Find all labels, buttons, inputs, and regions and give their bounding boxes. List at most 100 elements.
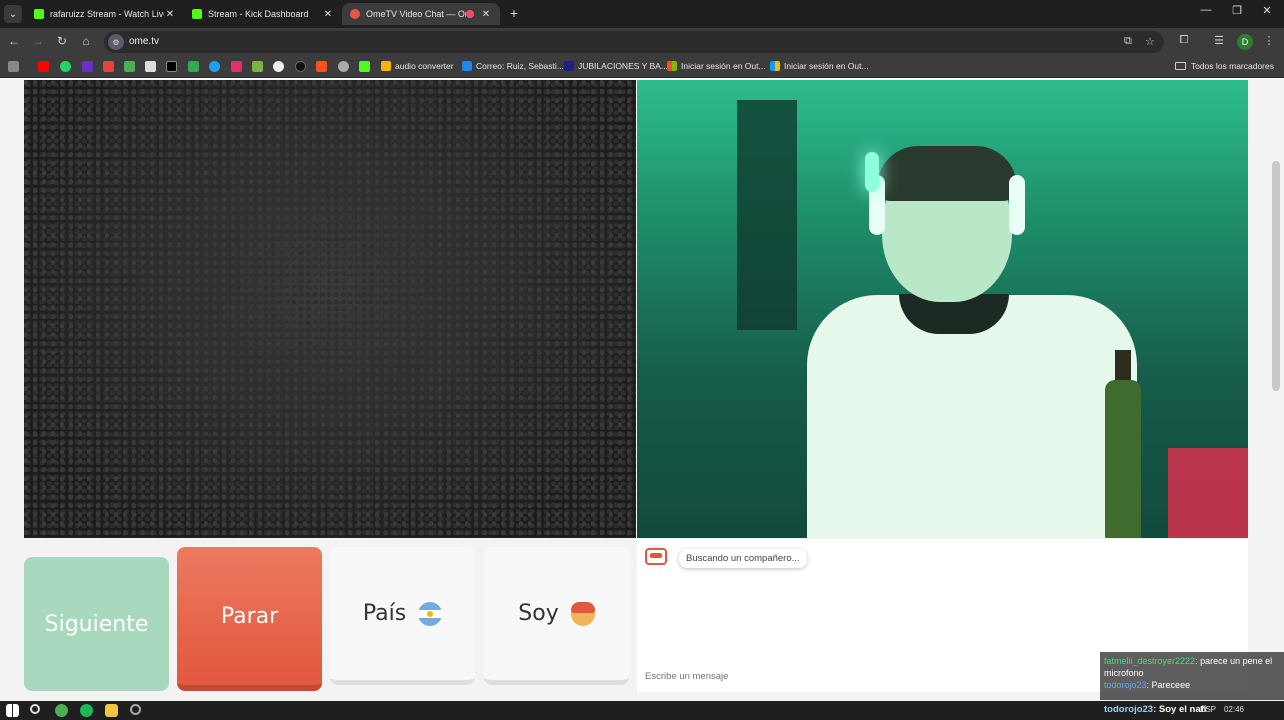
clock[interactable]: 02:46 — [1224, 705, 1244, 714]
drive-icon[interactable] — [188, 61, 199, 72]
stop-button[interactable]: Parar — [177, 547, 322, 691]
bookmark-correo[interactable]: Correo: Ruiz, Sebasti... — [462, 61, 564, 71]
kick-icon — [34, 9, 44, 19]
minimize-icon[interactable]: — — [1196, 4, 1216, 16]
tab-title: OmeTV Video Chat — Ome — [366, 9, 466, 19]
local-webcam-video — [637, 80, 1248, 538]
bookmark-audio-converter[interactable]: audio converter — [381, 61, 454, 71]
bookmark-icon[interactable] — [316, 61, 327, 72]
bookmark-icon[interactable] — [295, 61, 306, 72]
bookmark-label: Iniciar sesión en Out... — [681, 61, 766, 71]
obs-icon[interactable] — [130, 704, 141, 715]
bookmark-star-icon[interactable]: ☆ — [1145, 35, 1155, 48]
bookmark-jubilaciones[interactable]: JUBILACIONES Y BA... — [564, 61, 668, 71]
tab-search-chevron-icon[interactable]: ⌄ — [4, 5, 22, 23]
search-icon[interactable] — [30, 704, 40, 714]
chat-username: todorojo23 — [1104, 704, 1154, 715]
chat-text: : Pareceee — [1146, 680, 1191, 690]
country-button[interactable]: País — [330, 547, 475, 685]
browser-toolbar: ← → ↻ ⌂ ⚙ ome.tv ⧉ ☆ ⧠ ☰ ⋮ — [0, 28, 1284, 56]
new-tab-plus-icon[interactable]: + — [506, 5, 522, 21]
bookmark-icon[interactable] — [338, 61, 349, 72]
all-bookmarks-label: Todos los marcadores — [1190, 61, 1274, 71]
twitch-icon[interactable] — [82, 61, 93, 72]
url-text: ome.tv — [129, 36, 160, 47]
bookmark-icon — [381, 61, 391, 71]
next-button[interactable]: Siguiente — [24, 557, 169, 691]
apps-grid-icon[interactable] — [8, 61, 19, 72]
extensions-icon[interactable]: ⧠ — [1176, 34, 1192, 47]
install-app-icon[interactable]: ⧉ — [1124, 35, 1132, 48]
file-explorer-icon[interactable] — [105, 704, 118, 717]
kick-icon — [192, 9, 202, 19]
window-close-icon[interactable]: ✕ — [1257, 4, 1277, 17]
stranger-video — [24, 80, 636, 538]
bookmark-label: JUBILACIONES Y BA... — [578, 61, 668, 71]
stop-button-label: Parar — [220, 603, 279, 629]
close-icon[interactable]: ✕ — [480, 9, 492, 20]
address-bar[interactable]: ⚙ ome.tv ⧉ ☆ — [104, 31, 1164, 53]
bookmark-label: Correo: Ruiz, Sebasti... — [476, 61, 564, 71]
tab-kick-dashboard[interactable]: Stream - Kick Dashboard ✕ — [184, 3, 342, 25]
tab-ometv[interactable]: OmeTV Video Chat — Ome ✕ — [342, 3, 500, 25]
microsoft-icon — [667, 61, 677, 71]
page-scrollbar[interactable] — [1272, 161, 1280, 391]
headphone-right — [1009, 175, 1025, 235]
spotify-icon[interactable] — [80, 704, 93, 717]
gmail-icon[interactable] — [103, 61, 114, 72]
bookmark-outlook-2[interactable]: Iniciar sesión en Out... — [770, 61, 869, 71]
stream-chat-overlay: fatmelii_destroyer2222: parece un pene e… — [1100, 652, 1284, 700]
bookmark-icon — [564, 61, 574, 71]
tab-title: Stream - Kick Dashboard — [208, 9, 309, 19]
back-arrow-icon[interactable]: ← — [6, 34, 22, 48]
chrome-icon[interactable] — [55, 704, 68, 717]
next-button-label: Siguiente — [44, 611, 149, 637]
folder-icon — [1174, 62, 1186, 70]
country-button-label: País — [362, 601, 407, 626]
red-light — [1168, 448, 1248, 538]
bookmark-label: audio converter — [395, 61, 454, 71]
instagram-icon[interactable] — [231, 61, 242, 72]
whatsapp-icon[interactable] — [60, 61, 71, 72]
argentina-flag-icon — [418, 601, 443, 626]
close-icon[interactable]: ✕ — [164, 9, 176, 20]
bookmark-label: Iniciar sesión en Out... — [784, 61, 869, 71]
gender-button[interactable]: Soy — [484, 547, 629, 685]
bookmark-icon[interactable] — [145, 61, 156, 72]
stream-chat-last-line: todorojo23: Soy el nafi — [1104, 704, 1206, 715]
menu-kebab-icon[interactable]: ⋮ — [1261, 34, 1277, 47]
site-info-icon[interactable]: ⚙ — [108, 34, 124, 50]
recording-icon — [466, 10, 474, 18]
ometv-icon — [350, 9, 360, 19]
tab-title: rafaruizz Stream - Watch Live o — [50, 9, 164, 19]
chat-text: : Soy el nafi — [1153, 704, 1207, 715]
google-icon[interactable] — [273, 61, 284, 72]
background-door — [737, 100, 797, 330]
gender-button-label: Soy — [518, 601, 559, 626]
restore-icon[interactable]: ❐ — [1227, 4, 1247, 17]
reload-icon[interactable]: ↻ — [54, 34, 70, 48]
kick-icon[interactable] — [359, 61, 370, 72]
bookmark-icon[interactable] — [124, 61, 135, 72]
ometv-logo-icon — [645, 548, 667, 565]
all-bookmarks-button[interactable]: Todos los marcadores — [1174, 61, 1274, 71]
tab-kick-stream[interactable]: rafaruizz Stream - Watch Live o ✕ — [26, 3, 184, 25]
bookmark-icon[interactable] — [209, 61, 220, 72]
x-twitter-icon[interactable] — [166, 61, 177, 72]
windows-taskbar: ESP 02:46 — [0, 701, 1284, 720]
chat-username: todorojo23 — [1104, 680, 1147, 690]
reading-list-icon[interactable]: ☰ — [1211, 34, 1227, 47]
outlook-icon — [462, 61, 472, 71]
ometv-page: Siguiente Parar País Soy Buscando un com… — [0, 79, 1284, 701]
home-icon[interactable]: ⌂ — [78, 34, 94, 48]
forward-arrow-icon[interactable]: → — [30, 34, 46, 48]
tab-strip: ⌄ rafaruizz Stream - Watch Live o ✕ Stre… — [0, 0, 1284, 28]
close-icon[interactable]: ✕ — [322, 9, 334, 20]
person-hair — [877, 146, 1017, 201]
bookmark-icon[interactable] — [252, 61, 263, 72]
youtube-icon[interactable] — [38, 61, 49, 72]
bookmarks-bar: audio converter Correo: Ruiz, Sebasti...… — [0, 56, 1284, 78]
bookmark-outlook-1[interactable]: Iniciar sesión en Out... — [667, 61, 766, 71]
windows-start-icon[interactable] — [6, 704, 19, 717]
profile-avatar[interactable]: D — [1237, 34, 1253, 50]
